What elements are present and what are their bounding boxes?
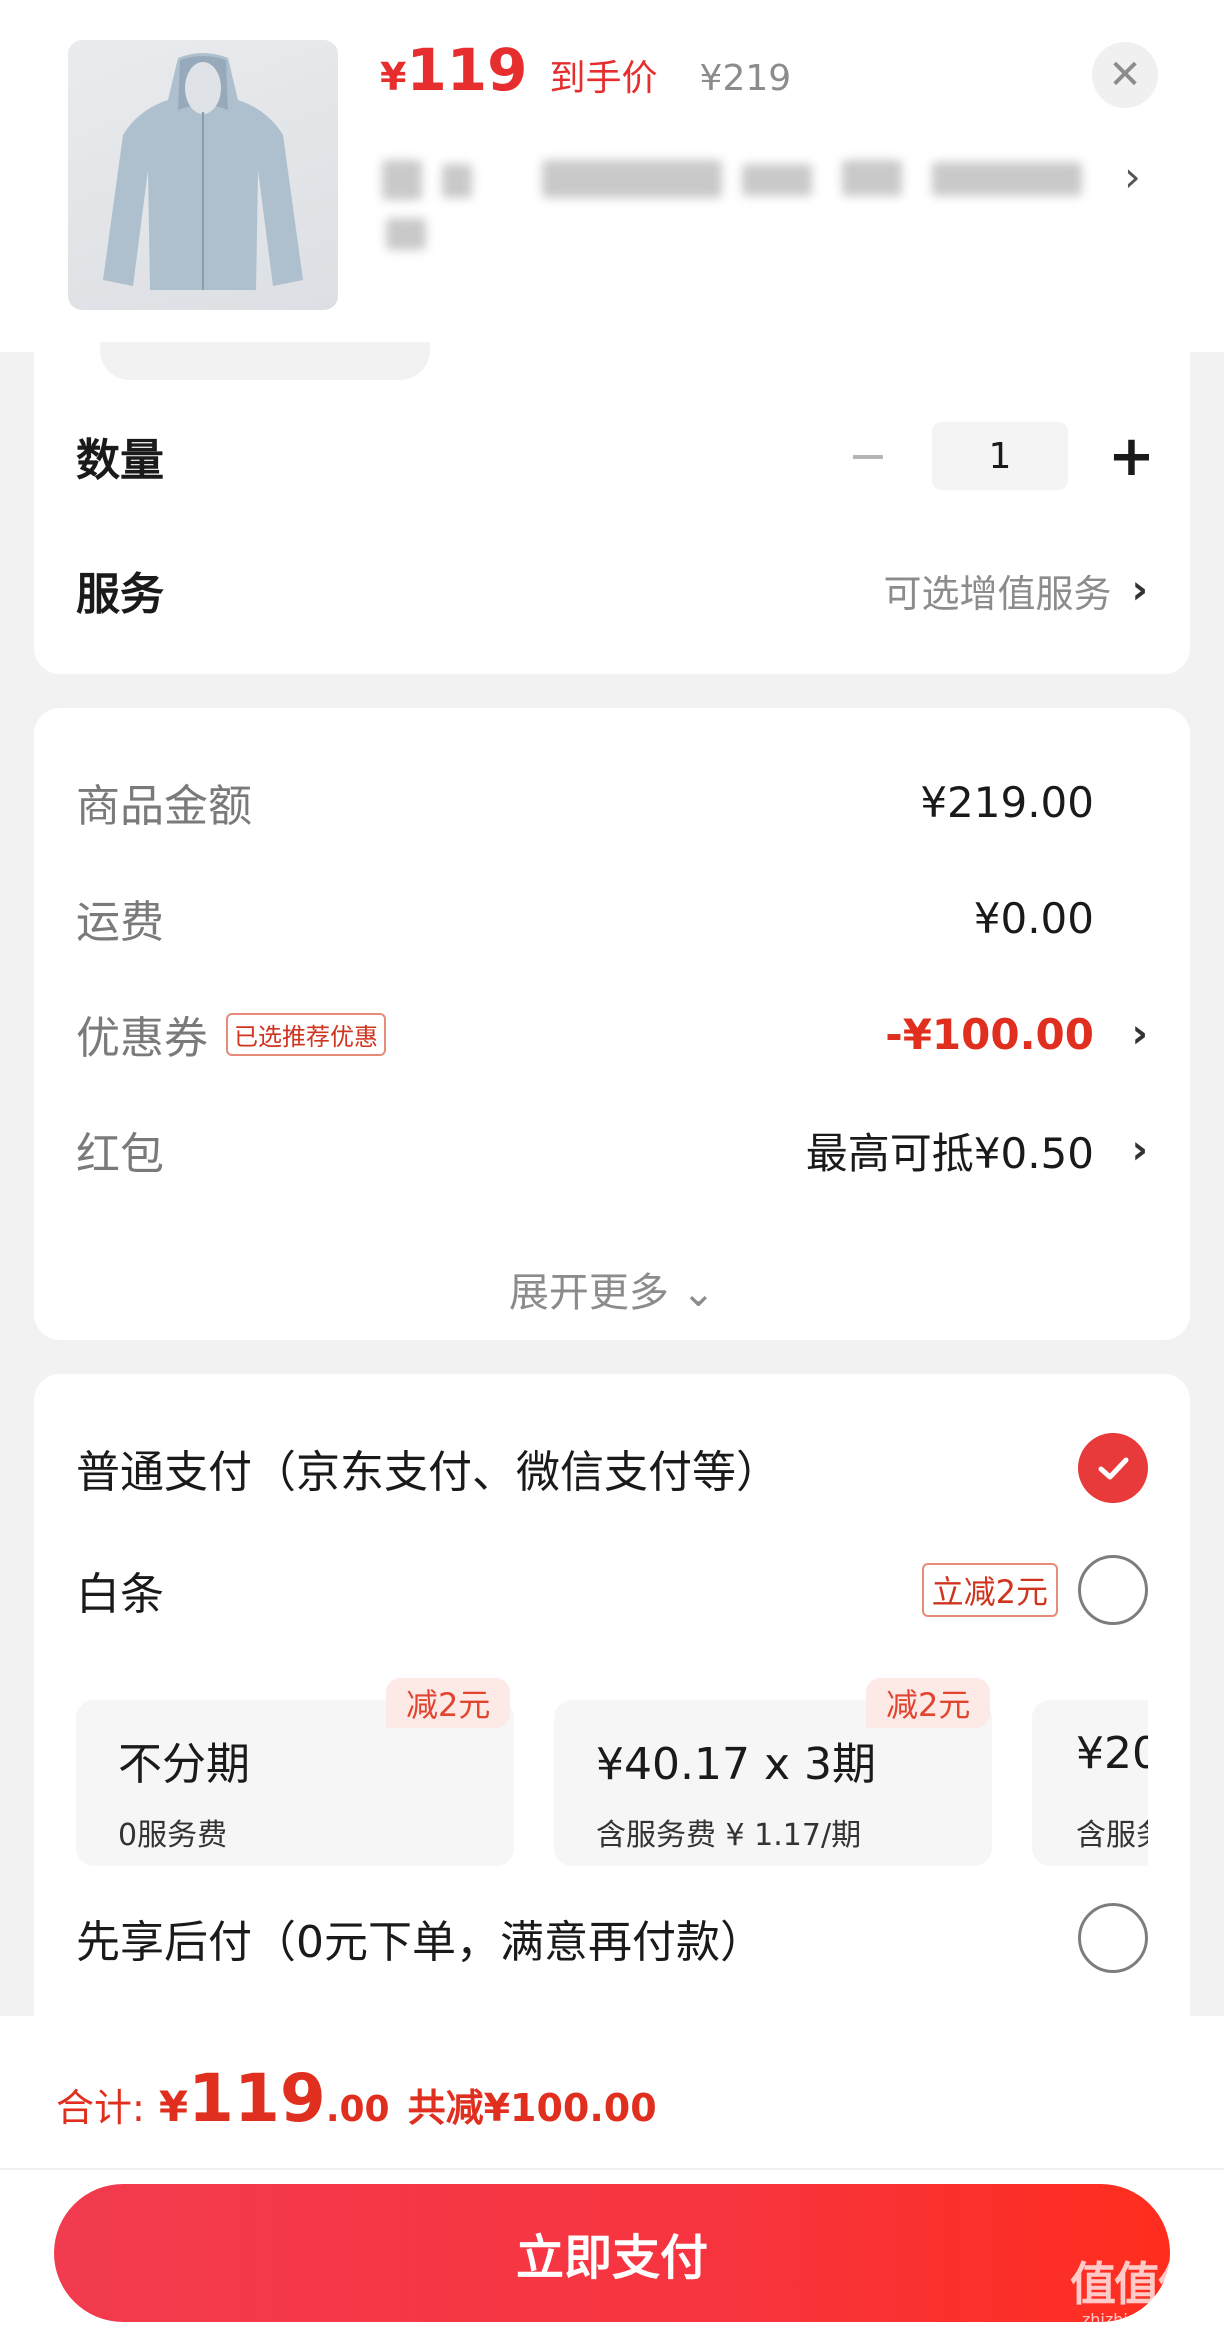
site-watermark: 值值值 zhizhizhi.com <box>1070 2248 1204 2329</box>
installment-title: ¥20 <box>1076 1728 1148 1779</box>
total-reduction: 共减¥100.00 <box>407 2086 657 2130</box>
pay-now-button[interactable]: 立即支付 <box>54 2184 1170 2322</box>
pay-later-label: 先享后付（0元下单，满意再付款） <box>76 1917 764 1968</box>
service-value[interactable]: 可选增值服务 › <box>884 563 1149 618</box>
installment-title: ¥40.17 x 3期 <box>596 1739 876 1790</box>
watermark-logo: 值值值 <box>1070 2257 1204 2311</box>
goods-amount-label: 商品金额 <box>76 781 252 832</box>
total-amount-integer: 119 <box>188 2060 326 2137</box>
pay-later-option[interactable]: 先享后付（0元下单，满意再付款） <box>76 1900 1148 1976</box>
red-packet-label: 红包 <box>76 1129 164 1180</box>
shipping-value: ¥0.00 <box>973 893 1094 943</box>
original-price: ¥219 <box>699 58 792 99</box>
close-icon: ✕ <box>1108 52 1142 98</box>
red-packet-row[interactable]: 红包 最高可抵¥0.50 › <box>76 1118 1148 1182</box>
coupon-value: -¥100.00 <box>885 1009 1094 1059</box>
order-fees-card: 商品金额 ¥219.00 运费 ¥0.00 优惠券 已选推荐优惠 -¥100.0… <box>34 708 1190 1340</box>
installment-subtitle: 含服务费 ¥ 1.17/期 <box>596 1818 862 1853</box>
shipping-label: 运费 <box>76 897 164 948</box>
service-value-text: 可选增值服务 <box>883 571 1112 616</box>
quantity-input[interactable]: 1 <box>932 422 1068 490</box>
radio-unchecked-icon[interactable] <box>1078 1555 1148 1625</box>
watermark-url: zhizhizhi.com <box>1081 2310 1191 2329</box>
shipping-row: 运费 ¥0.00 <box>76 886 1148 950</box>
baitiao-payment-option[interactable]: 白条 立减2元 <box>76 1552 1148 1628</box>
baitiao-label: 白条 <box>76 1569 164 1620</box>
normal-payment-label: 普通支付（京东支付、微信支付等） <box>76 1447 780 1498</box>
quantity-row: 数量 − 1 + <box>76 422 1155 490</box>
service-label: 服务 <box>76 569 164 620</box>
quantity-plus-button[interactable]: + <box>1108 424 1155 489</box>
price-symbol: ¥ <box>380 55 407 99</box>
coupon-row[interactable]: 优惠券 已选推荐优惠 -¥100.00 › <box>76 1002 1148 1066</box>
chevron-right-icon: › <box>1131 1011 1148 1057</box>
service-row[interactable]: 服务 可选增值服务 › <box>76 556 1148 624</box>
final-price: 119 <box>406 36 528 104</box>
price-row: ¥ 119 到手价 ¥219 <box>380 36 791 106</box>
installment-subtitle: 0服务费 <box>118 1818 228 1853</box>
close-button[interactable]: ✕ <box>1092 42 1158 108</box>
normal-payment-option[interactable]: 普通支付（京东支付、微信支付等） <box>76 1430 1148 1506</box>
coupon-selected-badge: 已选推荐优惠 <box>226 1012 386 1056</box>
baitiao-discount-badge: 立减2元 <box>921 1563 1058 1617</box>
quantity-label: 数量 <box>76 435 164 486</box>
red-packet-value: 最高可抵¥0.50 <box>805 1128 1094 1178</box>
goods-amount-row: 商品金额 ¥219.00 <box>76 770 1148 834</box>
goods-amount-value: ¥219.00 <box>920 777 1094 827</box>
divider <box>0 2168 1224 2170</box>
installment-discount-badge: 减2元 <box>866 1678 991 1728</box>
total-label: 合计: <box>56 2086 145 2130</box>
installment-title: 不分期 <box>118 1739 250 1790</box>
spec-tab-peek <box>100 342 430 380</box>
radio-unchecked-icon[interactable] <box>1078 1903 1148 1973</box>
quantity-stepper: − 1 + <box>838 422 1155 490</box>
jacket-thumbnail-image[interactable] <box>68 40 338 310</box>
payment-method-card: 普通支付（京东支付、微信支付等） 白条 立减2元 不分期 0服务费 减2元 ¥4… <box>34 1374 1190 2074</box>
installment-option-6[interactable]: ¥20 含服务 <box>1032 1700 1148 1866</box>
total-amount-decimal: .00 <box>325 2089 390 2130</box>
coupon-label: 优惠券 <box>76 1013 208 1064</box>
quantity-service-card: 数量 − 1 + 服务 可选增值服务 › <box>34 342 1190 674</box>
final-price-tag: 到手价 <box>549 58 658 99</box>
expand-more-button[interactable]: 展开更多 ⌄ <box>34 1260 1190 1318</box>
total-currency: ¥ <box>158 2082 189 2131</box>
chevron-right-icon: › <box>1131 1127 1148 1173</box>
installment-discount-badge: 减2元 <box>386 1678 511 1728</box>
chevron-right-icon[interactable]: › <box>1124 152 1141 201</box>
quantity-minus-button[interactable]: − <box>838 428 898 484</box>
chevron-right-icon: › <box>1131 567 1148 613</box>
installment-subtitle: 含服务 <box>1076 1818 1148 1853</box>
product-title-blurred[interactable] <box>372 140 1092 260</box>
radio-checked-icon[interactable] <box>1078 1433 1148 1503</box>
product-header: ¥ 119 到手价 ¥219 ✕ › <box>0 0 1224 352</box>
installment-options: 不分期 0服务费 减2元 ¥40.17 x 3期 含服务费 ¥ 1.17/期 减… <box>76 1678 1148 1878</box>
checkout-bar: 合计: ¥ 119 .00 共减¥100.00 立即支付 <box>0 2016 1224 2332</box>
total-summary: 合计: ¥ 119 .00 共减¥100.00 <box>56 2060 657 2137</box>
